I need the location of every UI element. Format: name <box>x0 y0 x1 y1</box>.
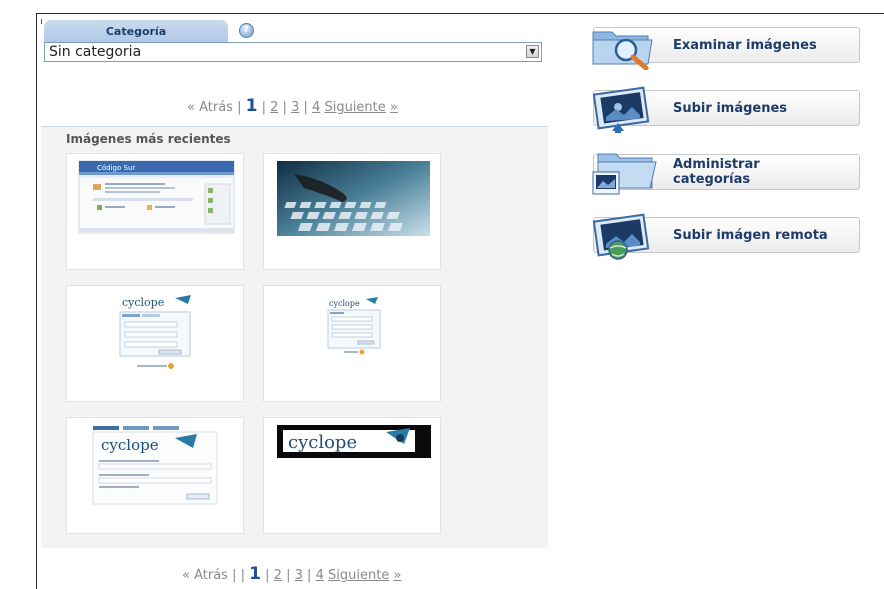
pager-top: « Atrás | 1 | 2 | 3 | 4 Siguiente » <box>187 96 398 116</box>
cyclope-logo-text: cyclope <box>329 299 360 308</box>
keyboard-photo-image <box>277 161 430 236</box>
website-header-text: Código Sur <box>97 164 135 172</box>
pager-separator: | <box>307 568 312 583</box>
image-thumbnail[interactable]: Código Sur <box>66 153 244 270</box>
pager-prev-link[interactable]: « Atrás <box>182 568 228 583</box>
image-thumbnail[interactable]: cyclope <box>66 285 244 402</box>
pager-separator: | <box>261 100 266 115</box>
cyclope-form-image: cyclope <box>92 426 218 505</box>
category-select[interactable]: Sin categoria ▼ <box>44 42 542 62</box>
image-thumbnail[interactable] <box>263 153 441 270</box>
cyclope-banner-image: cyclope <box>277 425 431 458</box>
website-screenshot-image: Código Sur <box>78 160 235 234</box>
image-thumbnail[interactable]: cyclope <box>66 417 244 534</box>
frame-left-border <box>36 13 37 589</box>
pager-next-link[interactable]: Siguiente <box>324 100 385 115</box>
cyclope-logo-text: cyclope <box>101 436 159 454</box>
pager-page-4-link[interactable]: 4 <box>312 100 320 115</box>
help-icon-glyph: ? <box>243 25 250 35</box>
pager-separator: | <box>303 100 308 115</box>
image-thumbnail[interactable]: cyclope <box>263 417 441 534</box>
pager-separator: | <box>286 568 291 583</box>
dropdown-arrow-icon[interactable]: ▼ <box>526 45 539 58</box>
pager-page-3-link[interactable]: 3 <box>295 568 303 583</box>
pager-current-page: 1 <box>245 96 258 116</box>
pager-next-arrow[interactable]: » <box>390 100 398 115</box>
pager-page-4-link[interactable]: 4 <box>316 568 324 583</box>
folder-images-icon <box>592 153 657 195</box>
pager-prev-link[interactable]: « Atrás <box>187 100 233 115</box>
browse-images-label: Examinar imágenes <box>673 37 817 53</box>
gallery-title: Imágenes más recientes <box>66 132 231 146</box>
manage-categories-label: Administrar categorías <box>673 157 760 187</box>
cyclope-logo-text: cyclope <box>288 432 357 453</box>
upload-images-label: Subir imágenes <box>673 100 788 116</box>
pager-bottom: « Atrás | | 1 | 2 | 3 | 4 Siguiente » <box>182 564 401 584</box>
category-select-value: Sin categoria <box>49 44 142 60</box>
pager-next-arrow[interactable]: » <box>393 568 401 583</box>
help-icon[interactable]: ? <box>239 23 254 38</box>
manage-categories-label-line1: Administrar <box>673 157 760 172</box>
manage-categories-label-line2: categorías <box>673 172 751 187</box>
category-tab-label: Categoría <box>105 24 167 38</box>
upload-remote-image-label: Subir imágen remota <box>673 227 828 243</box>
remote-image-icon <box>592 213 650 260</box>
pager-page-2-link[interactable]: 2 <box>274 568 282 583</box>
pager-page-2-link[interactable]: 2 <box>270 100 278 115</box>
cyclope-login-small-image: cyclope <box>327 297 381 355</box>
pager-page-3-link[interactable]: 3 <box>291 100 299 115</box>
frame-tick <box>41 19 42 24</box>
cyclope-login-image: cyclope <box>119 295 191 369</box>
pager-separator: | <box>265 568 270 583</box>
category-tab: Categoría <box>44 20 228 42</box>
image-thumbnail[interactable]: cyclope <box>263 285 441 402</box>
pager-separator: | <box>240 568 245 583</box>
gallery-top-border <box>41 126 548 127</box>
pager-separator: | <box>282 100 287 115</box>
pager-separator: | <box>237 100 242 115</box>
pager-current-page: 1 <box>249 564 261 584</box>
folder-search-icon <box>592 31 653 70</box>
frame-top-border <box>36 13 884 14</box>
pager-next-link[interactable]: Siguiente <box>328 568 389 583</box>
upload-image-icon <box>592 86 650 133</box>
cyclope-logo-text: cyclope <box>122 296 164 309</box>
pager-separator: | <box>232 568 237 583</box>
